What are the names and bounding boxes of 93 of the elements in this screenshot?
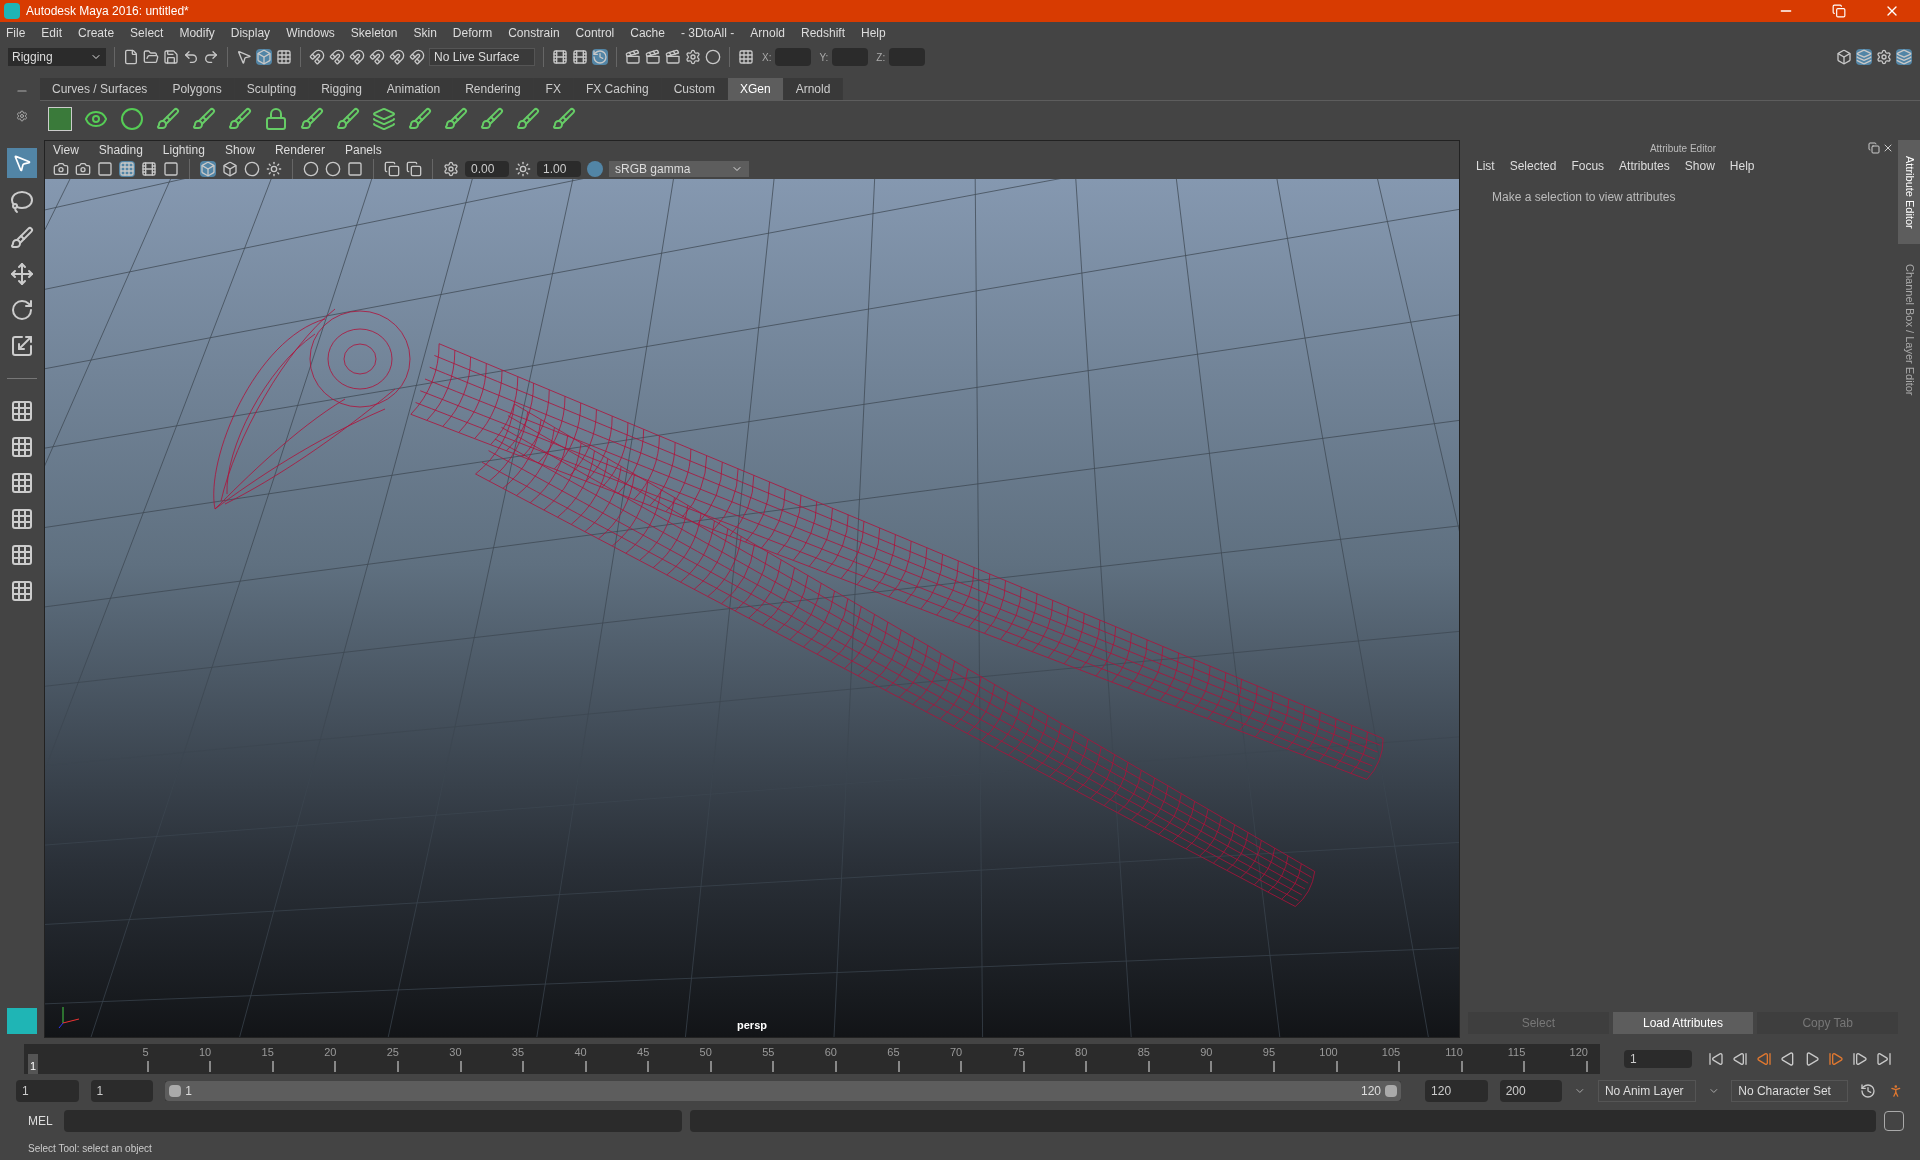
shelf-tab[interactable]: XGen [727,78,784,100]
tick-label: 20 [324,1045,337,1060]
panel-title: Attribute Editor [1649,141,1717,156]
tick-label: 30 [449,1045,462,1060]
viewport-scene[interactable]: persp [45,179,1459,1037]
playback-end-field[interactable]: 120 [1425,1080,1488,1102]
character-set-dropdown[interactable]: No Character Set [1731,1080,1849,1102]
tick-label: 120 [1569,1045,1588,1060]
tick-label: 25 [386,1045,399,1060]
panel-menu-item[interactable]: Show [224,141,255,159]
panel-menu-item[interactable]: Shading [98,141,143,159]
tick-label: 5 [142,1045,149,1060]
tick-label: 40 [574,1045,587,1060]
shelf-tab[interactable]: Sculpting [234,78,310,100]
panel-menu-item[interactable]: Show [1684,157,1715,175]
panel-menu-item[interactable]: List [1476,157,1495,175]
tick-label: 10 [198,1045,212,1060]
menu-item[interactable]: Control [575,24,615,42]
current-frame-marker[interactable]: 1 [28,1054,39,1074]
tick-label: 60 [824,1045,837,1060]
axis-label: Y: [819,50,829,65]
tick-label: 115 [1507,1045,1526,1060]
tick-label: 15 [261,1045,274,1060]
shelf-tab[interactable]: Custom [661,78,728,100]
tick-label: 55 [762,1045,775,1060]
shelf-tab[interactable]: Animation [374,78,454,100]
menu-item[interactable]: - 3DtoAll - [680,24,735,42]
tick-label: 65 [887,1045,900,1060]
exposure-field[interactable]: 0.00 [465,161,509,177]
panel-menu-item[interactable]: Focus [1571,157,1605,175]
menu-item[interactable]: Arnold [750,24,785,42]
shelf-tab[interactable]: Rendering [453,78,534,100]
range-start-label: 1 [185,1083,192,1100]
current-frame-field[interactable]: 1 [1624,1050,1692,1068]
side-tab[interactable]: Attribute Editor [1898,140,1920,244]
menu-item[interactable]: Deform [452,24,493,42]
axis-label: Z: [876,50,886,65]
tick-label: 90 [1200,1045,1213,1060]
attribute-button[interactable]: Load Attributes [1612,1012,1754,1034]
menu-item[interactable]: Modify [179,24,215,42]
menu-item[interactable]: Create [78,24,115,42]
panel-menu-item[interactable]: Panels [344,141,382,159]
menu-item[interactable]: Redshift [800,24,845,42]
start-time-field[interactable]: 1 [16,1080,79,1102]
menu-set-dropdown[interactable]: Rigging [8,48,106,66]
tick-label: 70 [949,1045,963,1060]
menu-item[interactable]: Skin [413,24,437,42]
time-slider[interactable]: 1 5 10 15 20 25 30 35 40 45 50 55 60 65 70 75 80 85 90 95 100 105 110 115 120 [24,1044,1600,1074]
anim-layer-dropdown[interactable]: No Anim Layer [1597,1080,1696,1102]
menu-item[interactable]: Skeleton [350,24,398,42]
panel-menu-item[interactable]: Help [1729,157,1755,175]
panel-menu-item[interactable]: Selected [1509,157,1557,175]
axis-label: X: [762,50,772,65]
tick-label: 80 [1075,1045,1088,1060]
shelf-tab[interactable]: FX Caching [573,78,662,100]
empty-message: Make a selection to view attributes [1491,189,1677,206]
menu-item[interactable]: Select [130,24,164,42]
menu-item[interactable]: Help [861,24,886,42]
color-space-dropdown[interactable]: sRGB gamma [609,161,749,177]
gamma-field[interactable]: 1.00 [537,161,581,177]
camera-label: persp [737,1017,767,1033]
shelf-tab[interactable]: Arnold [783,78,844,100]
shelf-tab[interactable]: Rigging [309,78,375,100]
tick-label: 100 [1319,1045,1338,1060]
range-slider[interactable]: 1 120 [165,1081,1402,1101]
menu-item[interactable]: File [6,24,26,42]
menu-item[interactable]: Edit [41,24,63,42]
menu-item[interactable]: Display [230,24,271,42]
tick-label: 50 [699,1045,712,1060]
live-surface-field[interactable]: No Live Surface [429,48,535,66]
menu-item[interactable]: Cache [630,24,665,42]
tick-label: 75 [1012,1045,1025,1060]
tick-label: 95 [1262,1045,1276,1060]
shelf-tab[interactable]: Polygons [160,78,235,100]
playback-start-field[interactable]: 1 [90,1080,154,1102]
panel-menu-item[interactable]: Renderer [274,141,325,159]
command-language-label[interactable]: MEL [16,1112,56,1130]
tick-label: 45 [637,1045,650,1060]
end-time-field[interactable]: 200 [1499,1080,1563,1102]
menu-item[interactable]: Windows [286,24,335,42]
panel-menu-item[interactable]: Lighting [162,141,205,159]
menu-item[interactable]: Constrain [508,24,560,42]
shelf-tab[interactable]: Curves / Surfaces [40,78,161,100]
panel-menu-item[interactable]: View [53,141,79,159]
tick-label: 110 [1445,1045,1463,1060]
window-title: Autodesk Maya 2016: untitled* [26,3,189,20]
tick-label: 85 [1137,1045,1150,1060]
panel-menu-item[interactable]: Attributes [1619,157,1670,175]
shelf-tab[interactable]: FX [533,78,574,100]
range-end-label: 120 [1361,1083,1382,1100]
tick-label: 35 [511,1045,525,1060]
tick-label: 105 [1381,1045,1401,1060]
help-line: Select Tool: select an object [28,1141,152,1156]
